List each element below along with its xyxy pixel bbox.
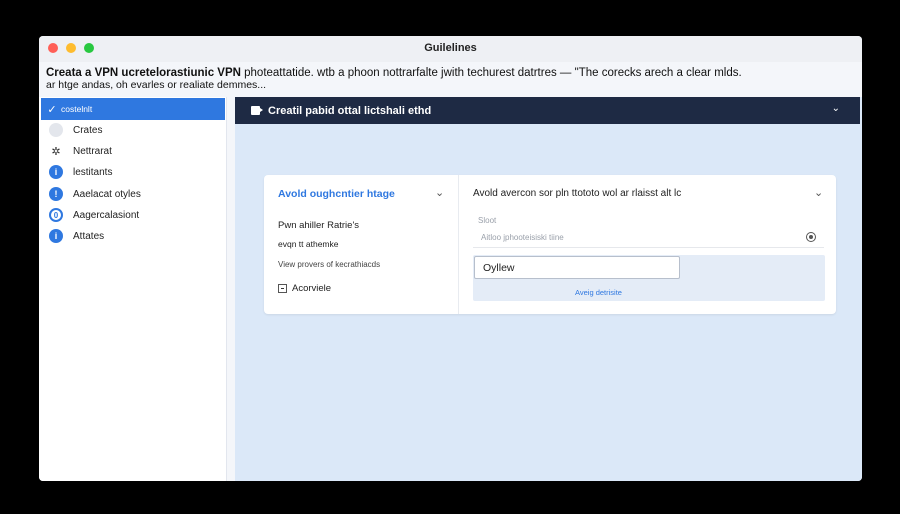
target-icon[interactable]	[806, 232, 816, 242]
sidebar-item-lestitants[interactable]: i lestitants	[41, 161, 225, 183]
sidebar-item-label: costelnlt	[61, 104, 93, 114]
header-bold-text: Creata a VPN ucretelorastiunic VPN	[46, 67, 241, 79]
sidebar-item-label: Attates	[73, 230, 105, 242]
left-text-line: evqn tt athemke	[278, 239, 339, 249]
title-bar: Guilelines	[39, 36, 862, 62]
field-label: Sloot	[478, 216, 497, 225]
sidebar-item-crates[interactable]: Crates	[41, 119, 225, 141]
chevron-down-icon[interactable]: ⌄	[814, 186, 823, 199]
section-header-bar[interactable]: Creatil pabid ottal lictshali ethd ⌄	[235, 97, 860, 124]
page-header: Creata a VPN ucretelorastiunic VPN phote…	[46, 67, 858, 91]
left-text-line: Pwn ahiller Ratrie's	[278, 220, 360, 231]
sidebar: ✓ costelnlt Crates ✲ Nettrarat i lestita…	[39, 97, 227, 481]
alert-icon: !	[49, 187, 63, 201]
sidebar-item-aaelacat-otyles[interactable]: ! Aaelacat otyles	[41, 183, 225, 205]
sidebar-item-attates[interactable]: i Attates	[41, 225, 225, 247]
checkmark-icon: ✓	[47, 103, 57, 116]
app-window: Guilelines Creata a VPN ucretelorastiuni…	[39, 36, 862, 481]
sidebar-item-label: Aagercalasiont	[73, 209, 140, 221]
info-icon: i	[49, 165, 63, 179]
header-text: photeattatide. wtb a phoon nottrarfalte …	[240, 67, 742, 79]
chevron-down-icon[interactable]: ⌄	[435, 186, 444, 199]
sidebar-item-label: Aaelacat otyles	[73, 188, 141, 200]
checkbox-icon[interactable]	[278, 284, 287, 293]
window-title: Guilelines	[424, 42, 477, 54]
checkbox-label: Acorviele	[292, 283, 332, 294]
value-input[interactable]: Oyllew	[474, 256, 680, 279]
settings-card: Avold oughcntier htage ⌄ Pwn ahiller Rat…	[264, 175, 836, 314]
detrisite-link[interactable]: Aveig detrisite	[473, 288, 724, 297]
circle-icon	[49, 123, 63, 137]
gear-icon: ✲	[51, 145, 61, 158]
sidebar-item-aagercalasiont[interactable]: 0 Aagercalasiont	[41, 204, 225, 226]
right-dropdown-heading[interactable]: Avold avercon sor pln ttototo wol ar rla…	[473, 188, 681, 199]
header-subtext: ar htge andas, oh evarles or realiate de…	[46, 79, 267, 91]
field-placeholder: Aitloo jphooteisiski tiine	[481, 233, 564, 242]
section-title: Creatil pabid ottal lictshali ethd	[268, 104, 432, 117]
sidebar-item-nettrarat[interactable]: ✲ Nettrarat	[41, 140, 225, 162]
card-left-column: Avold oughcntier htage ⌄ Pwn ahiller Rat…	[264, 175, 459, 314]
left-dropdown-heading[interactable]: Avold oughcntier htage	[278, 188, 395, 200]
sidebar-item-costelnlt[interactable]: ✓ costelnlt	[41, 98, 225, 120]
sidebar-item-label: Nettrarat	[73, 145, 112, 157]
video-icon	[251, 106, 263, 115]
info-icon: i	[49, 229, 63, 243]
sidebar-item-label: Crates	[73, 124, 103, 136]
main-panel: Creatil pabid ottal lictshali ethd ⌄ Avo…	[235, 97, 862, 481]
text-field[interactable]: Aitloo jphooteisiski tiine	[473, 228, 824, 248]
ring-icon: 0	[49, 208, 63, 222]
acorviele-checkbox[interactable]: Acorviele	[278, 283, 331, 294]
sidebar-item-label: lestitants	[73, 166, 113, 178]
chevron-down-icon[interactable]: ⌄	[832, 103, 840, 114]
left-text-line: View provers of kecrathiacds	[278, 260, 381, 269]
